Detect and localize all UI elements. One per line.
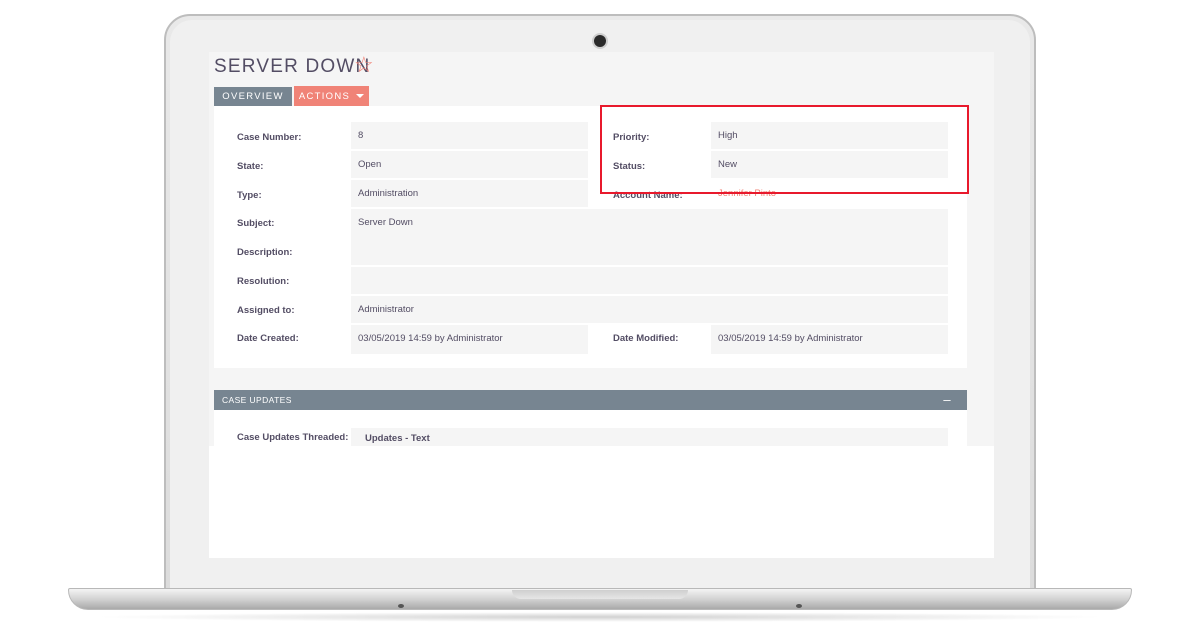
subject-label: Subject: bbox=[237, 218, 275, 229]
case-number-label: Case Number: bbox=[237, 132, 302, 143]
laptop-notch bbox=[512, 590, 688, 599]
resolution-label: Resolution: bbox=[237, 276, 290, 287]
resolution-value bbox=[351, 267, 948, 294]
case-updates-header[interactable]: CASE UPDATES – bbox=[214, 390, 967, 410]
laptop-foot-right bbox=[796, 604, 802, 608]
caret-down-icon bbox=[356, 94, 365, 98]
screen: SERVER DOWN ☆ OVERVIEW ACTIONS Case Numb… bbox=[209, 52, 994, 558]
tab-overview[interactable]: OVERVIEW bbox=[214, 87, 292, 106]
date-modified-label: Date Modified: bbox=[613, 333, 679, 344]
actions-label: ACTIONS bbox=[298, 90, 351, 102]
case-updates-threaded-label: Case Updates Threaded: bbox=[237, 432, 349, 443]
case-updates-threaded-value: Updates - Text bbox=[351, 428, 948, 446]
assigned-to-value: Administrator bbox=[351, 296, 948, 323]
laptop-shadow bbox=[90, 612, 1110, 622]
state-label: State: bbox=[237, 161, 264, 172]
star-outline-icon[interactable]: ☆ bbox=[354, 52, 374, 78]
date-created-value: 03/05/2019 14:59 by Administrator bbox=[351, 325, 588, 354]
collapse-icon[interactable]: – bbox=[943, 392, 951, 407]
case-updates-title: CASE UPDATES bbox=[222, 395, 292, 405]
description-label: Description: bbox=[237, 247, 293, 258]
type-label: Type: bbox=[237, 190, 262, 201]
laptop-foot-left bbox=[398, 604, 404, 608]
actions-dropdown-button[interactable]: ACTIONS bbox=[294, 86, 369, 106]
case-number-value: 8 bbox=[351, 122, 588, 149]
case-updates-body: Case Updates Threaded: Updates - Text bbox=[214, 410, 967, 446]
type-value: Administration bbox=[351, 180, 588, 207]
date-created-label: Date Created: bbox=[237, 333, 299, 344]
date-modified-value: 03/05/2019 14:59 by Administrator bbox=[711, 325, 948, 354]
assigned-to-label: Assigned to: bbox=[237, 305, 295, 316]
highlight-box bbox=[600, 105, 969, 194]
webcam-icon bbox=[594, 35, 606, 47]
page-title: SERVER DOWN bbox=[214, 56, 371, 77]
tab-overview-label: OVERVIEW bbox=[222, 91, 284, 102]
subject-value: Server Down bbox=[351, 209, 948, 265]
case-detail-view: SERVER DOWN ☆ OVERVIEW ACTIONS Case Numb… bbox=[209, 52, 994, 446]
state-value: Open bbox=[351, 151, 588, 178]
